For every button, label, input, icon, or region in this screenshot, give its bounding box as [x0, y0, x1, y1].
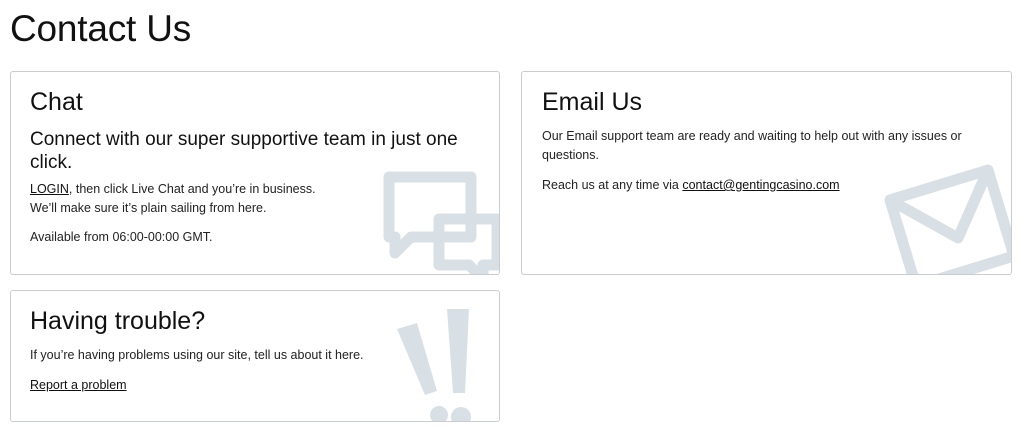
login-link[interactable]: LOGIN: [30, 182, 69, 196]
email-reach-prefix: Reach us at any time via: [542, 178, 683, 192]
email-reach-text: Reach us at any time via contact@genting…: [542, 176, 840, 195]
email-heading: Email Us: [542, 88, 643, 116]
report-problem-wrapper: Report a problem: [30, 376, 127, 395]
exclamation-icon: [397, 309, 471, 421]
email-card: Email Us Our Email support team are read…: [521, 71, 1012, 275]
email-address-link[interactable]: contact@gentingcasino.com: [682, 178, 839, 192]
chat-instructions: LOGIN, then click Live Chat and you’re i…: [30, 180, 390, 218]
chat-availability: Available from 06:00-00:00 GMT.: [30, 230, 213, 244]
chat-instructions-rest: , then click Live Chat and you’re in bus…: [68, 182, 316, 196]
chat-card: Chat Connect with our super supportive t…: [10, 71, 500, 275]
chat-heading: Chat: [30, 88, 83, 116]
report-problem-link[interactable]: Report a problem: [30, 378, 127, 392]
email-description: Our Email support team are ready and wai…: [542, 129, 962, 162]
chat-instructions-line2: We’ll make sure it’s plain sailing from …: [30, 201, 267, 215]
chat-lead-text: Connect with our super supportive team i…: [30, 129, 458, 173]
trouble-card: Having trouble? If you’re having problem…: [10, 290, 500, 422]
page-title: Contact Us: [10, 8, 192, 49]
chat-bubbles-icon: [383, 171, 499, 274]
envelope-icon: [884, 164, 1011, 274]
trouble-description: If you’re having problems using our site…: [30, 348, 364, 362]
trouble-heading: Having trouble?: [30, 307, 206, 335]
